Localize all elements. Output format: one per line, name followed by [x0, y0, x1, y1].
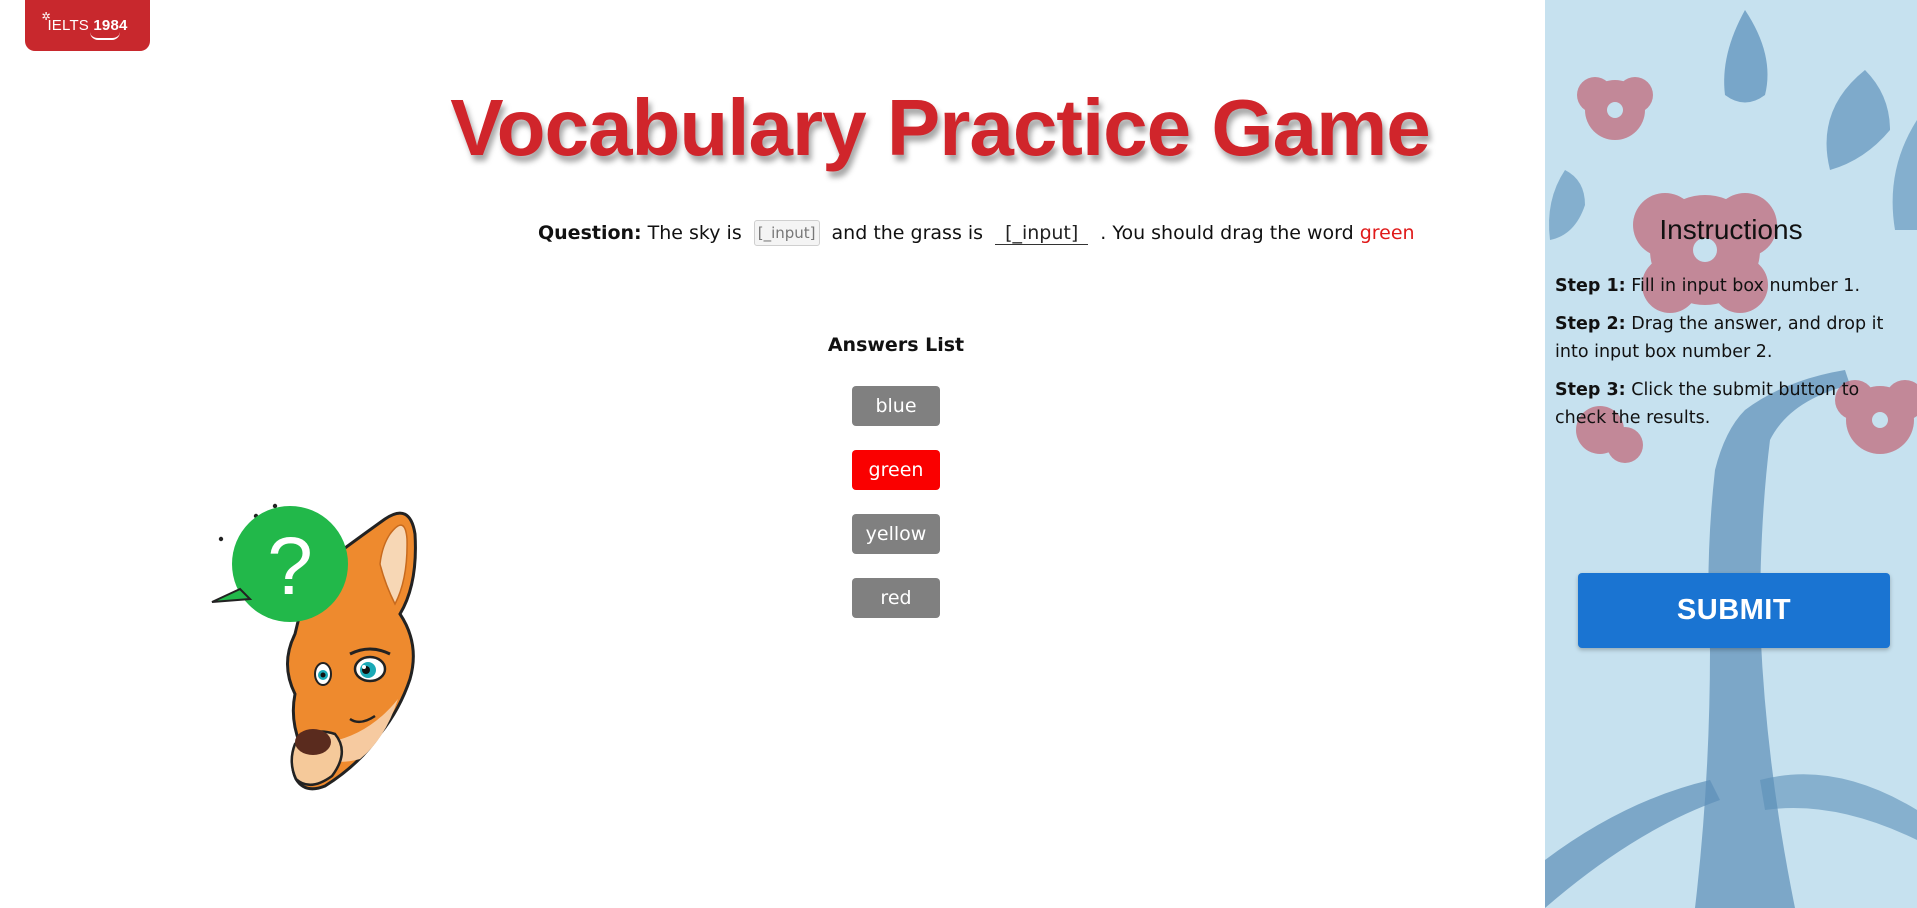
question-label: Question: [538, 222, 642, 244]
answer-option-red[interactable]: red [852, 578, 940, 618]
instructions-panel: Instructions Step 1: Fill in input box n… [1545, 0, 1917, 908]
tree-background-illustration [1545, 10, 1917, 908]
question-sentence: Question: The sky is [_input] and the gr… [538, 220, 1415, 246]
logo[interactable]: ✲ IELTS 1984 [25, 0, 150, 51]
instruction-step-1: Step 1: Fill in input box number 1. [1555, 276, 1861, 296]
instructions-title: Instructions [1659, 214, 1803, 245]
question-part-2: and the grass is [831, 222, 984, 244]
instructions-steps: Step 1: Fill in input box number 1. Step… [1555, 272, 1915, 442]
logo-text: ✲ IELTS 1984 [41, 11, 127, 40]
question-part-1: The sky is [647, 222, 742, 244]
answers-list: blue green yellow red [852, 386, 940, 642]
answer-option-yellow[interactable]: yellow [852, 514, 940, 554]
answers-list-heading: Answers List [827, 334, 965, 356]
logo-star-icon: ✲ [41, 11, 51, 23]
answer-option-blue[interactable]: blue [852, 386, 940, 426]
answer-input-1[interactable]: [_input] [753, 220, 820, 246]
submit-button[interactable]: SUBMIT [1578, 573, 1890, 648]
logo-swoosh-icon [89, 32, 120, 40]
kangaroo-question-mascot-icon: ? [211, 503, 417, 791]
mascot-question-mark: ? [267, 521, 313, 612]
hint-word: green [1359, 222, 1415, 244]
instruction-step-2: Step 2: Drag the answer, and drop it int… [1555, 314, 1884, 362]
answer-drop-zone-2[interactable]: [_input] [995, 222, 1089, 245]
question-part-3: . You should drag the word [1100, 222, 1354, 244]
page-title: Vocabulary Practice Game [450, 83, 1430, 172]
instruction-step-3: Step 3: Click the submit button to check… [1555, 380, 1860, 428]
answer-option-green[interactable]: green [852, 450, 940, 490]
